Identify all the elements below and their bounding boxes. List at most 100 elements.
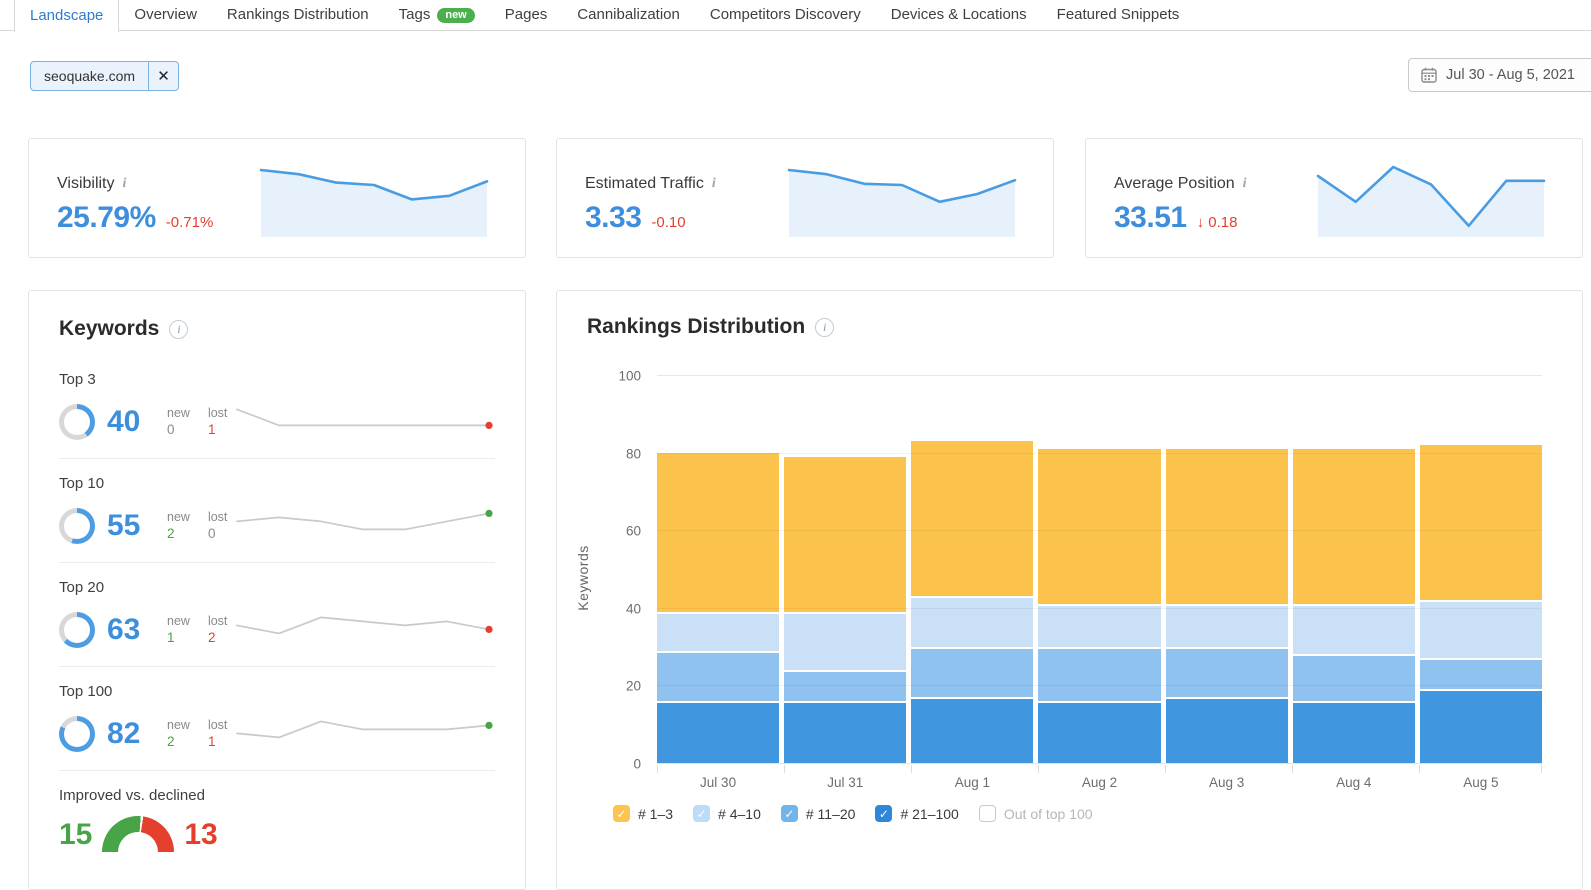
bar-aug-3 xyxy=(1166,376,1288,763)
y-axis: 020406080100 xyxy=(601,376,649,764)
y-tick-label: 60 xyxy=(626,524,641,539)
chart-legend: ✓# 1–3✓# 4–10✓# 11–20✓# 21–100Out of top… xyxy=(613,805,1093,822)
new-badge: new xyxy=(437,8,474,23)
rankings-panel-title: Rankings Distribution xyxy=(587,315,805,339)
new-label: new xyxy=(167,614,190,628)
info-icon[interactable]: i xyxy=(123,176,127,192)
y-tick-label: 0 xyxy=(633,757,641,772)
top3-count: 40 xyxy=(107,405,159,439)
keywords-row-top10: Top 10 55 new2 lost0 xyxy=(59,459,495,563)
legend-item--11-20: ✓ # 11–20 xyxy=(781,805,856,822)
bar-jul-31 xyxy=(784,376,906,763)
close-icon[interactable]: ✕ xyxy=(148,62,178,90)
lost-count: 2 xyxy=(208,630,227,645)
top20-sparkline xyxy=(233,607,495,652)
legend-label: Out of top 100 xyxy=(1004,806,1093,822)
x-axis-labels: Jul 30Jul 31Aug 1Aug 2Aug 3Aug 4Aug 5 xyxy=(657,775,1542,790)
top20-count: 63 xyxy=(107,613,159,647)
x-tick-label: Jul 30 xyxy=(657,775,779,790)
legend-label: # 11–20 xyxy=(806,806,856,822)
bar-segment xyxy=(784,612,906,670)
tab-overview[interactable]: Overview xyxy=(119,0,212,30)
bar-segment xyxy=(911,647,1033,697)
average-position-title: Average Position xyxy=(1114,175,1235,193)
top100-donut xyxy=(59,716,95,752)
bar-segment xyxy=(657,453,779,612)
estimated-traffic-delta: -0.10 xyxy=(651,214,685,231)
x-tick-label: Aug 4 xyxy=(1293,775,1415,790)
visibility-card: Visibilityi 25.79% -0.71% xyxy=(28,138,526,258)
tab-competitors-discovery[interactable]: Competitors Discovery xyxy=(695,0,876,30)
tab-tags[interactable]: Tagsnew xyxy=(384,0,490,30)
tab-pages[interactable]: Pages xyxy=(490,0,563,30)
bar-segment xyxy=(1293,701,1415,763)
position-tracking-dashboard: { "colors": { "accent": "#4d9de4", "acce… xyxy=(0,0,1591,871)
improved-declined-label: Improved vs. declined xyxy=(59,787,495,804)
bar-segment xyxy=(1166,647,1288,697)
improved-declined-gauge xyxy=(102,816,174,852)
y-tick-label: 100 xyxy=(618,369,641,384)
top-tab-bar: Landscape Overview Rankings Distribution… xyxy=(0,0,1591,31)
date-range-button[interactable]: Jul 30 - Aug 5, 2021 xyxy=(1408,58,1591,92)
bar-jul-30 xyxy=(657,376,779,763)
tab-label: Featured Snippets xyxy=(1057,0,1180,30)
legend-item--4-10: ✓ # 4–10 xyxy=(693,805,761,822)
y-axis-label: Keywords xyxy=(575,518,591,638)
average-position-card: Average Position i 33.51 ↓ 0.18 xyxy=(1085,138,1583,258)
checked-checkbox-icon[interactable]: ✓ xyxy=(781,805,798,822)
bar-segment xyxy=(1038,604,1160,647)
info-icon[interactable]: i xyxy=(169,320,188,339)
checked-checkbox-icon[interactable]: ✓ xyxy=(875,805,892,822)
bar-segment xyxy=(1166,449,1288,604)
bar-segment xyxy=(1293,654,1415,701)
calendar-icon xyxy=(1421,67,1437,83)
bar-segment xyxy=(1293,604,1415,654)
tab-label: Landscape xyxy=(30,1,103,31)
legend-label: # 4–10 xyxy=(718,806,761,822)
visibility-title: Visibility xyxy=(57,175,115,193)
tab-devices-locations[interactable]: Devices & Locations xyxy=(876,0,1042,30)
keywords-row-top100: Top 100 82 new2 lost1 xyxy=(59,667,495,771)
legend-label: # 1–3 xyxy=(638,806,673,822)
row-label: Top 10 xyxy=(59,475,495,492)
tab-label: Tags xyxy=(399,0,431,30)
bar-aug-1 xyxy=(911,376,1033,763)
bar-segment xyxy=(1038,449,1160,604)
bar-aug-5 xyxy=(1420,376,1542,763)
tab-label: Pages xyxy=(505,0,548,30)
tab-cannibalization[interactable]: Cannibalization xyxy=(562,0,695,30)
checked-checkbox-icon[interactable]: ✓ xyxy=(613,805,630,822)
visibility-sparkline xyxy=(257,161,493,242)
average-position-value: 33.51 xyxy=(1114,201,1187,235)
new-label: new xyxy=(167,510,190,524)
x-tick-label: Jul 31 xyxy=(784,775,906,790)
domain-filter-label: seoquake.com xyxy=(31,62,148,90)
unchecked-checkbox-icon[interactable] xyxy=(979,805,996,822)
rankings-chart-plot xyxy=(657,376,1542,764)
legend-item-out-of-top-100: Out of top 100 xyxy=(979,805,1093,822)
bar-segment xyxy=(1038,647,1160,701)
rankings-distribution-panel: Rankings Distribution i Keywords 0204060… xyxy=(556,290,1583,890)
info-icon[interactable]: i xyxy=(712,176,716,192)
lost-count: 1 xyxy=(208,734,227,749)
bar-segment xyxy=(784,701,906,763)
tab-featured-snippets[interactable]: Featured Snippets xyxy=(1042,0,1195,30)
info-icon[interactable]: i xyxy=(1243,176,1247,192)
tab-rankings-distribution[interactable]: Rankings Distribution xyxy=(212,0,384,30)
bar-segment xyxy=(1293,449,1415,604)
bar-segment xyxy=(657,651,779,701)
top100-count: 82 xyxy=(107,717,159,751)
checked-checkbox-icon[interactable]: ✓ xyxy=(693,805,710,822)
visibility-delta: -0.71% xyxy=(166,214,214,231)
estimated-traffic-card: Estimated Traffici 3.33 -0.10 xyxy=(556,138,1054,258)
domain-filter-chip[interactable]: seoquake.com ✕ xyxy=(30,61,179,91)
bar-segment xyxy=(911,596,1033,646)
bar-segment xyxy=(1038,701,1160,763)
tab-landscape[interactable]: Landscape xyxy=(14,0,119,32)
info-icon[interactable]: i xyxy=(815,318,834,337)
lost-label: lost xyxy=(208,510,227,524)
bar-aug-4 xyxy=(1293,376,1415,763)
bar-segment xyxy=(1420,445,1542,600)
average-position-delta: ↓ 0.18 xyxy=(1197,214,1238,231)
bar-segment xyxy=(1420,689,1542,763)
